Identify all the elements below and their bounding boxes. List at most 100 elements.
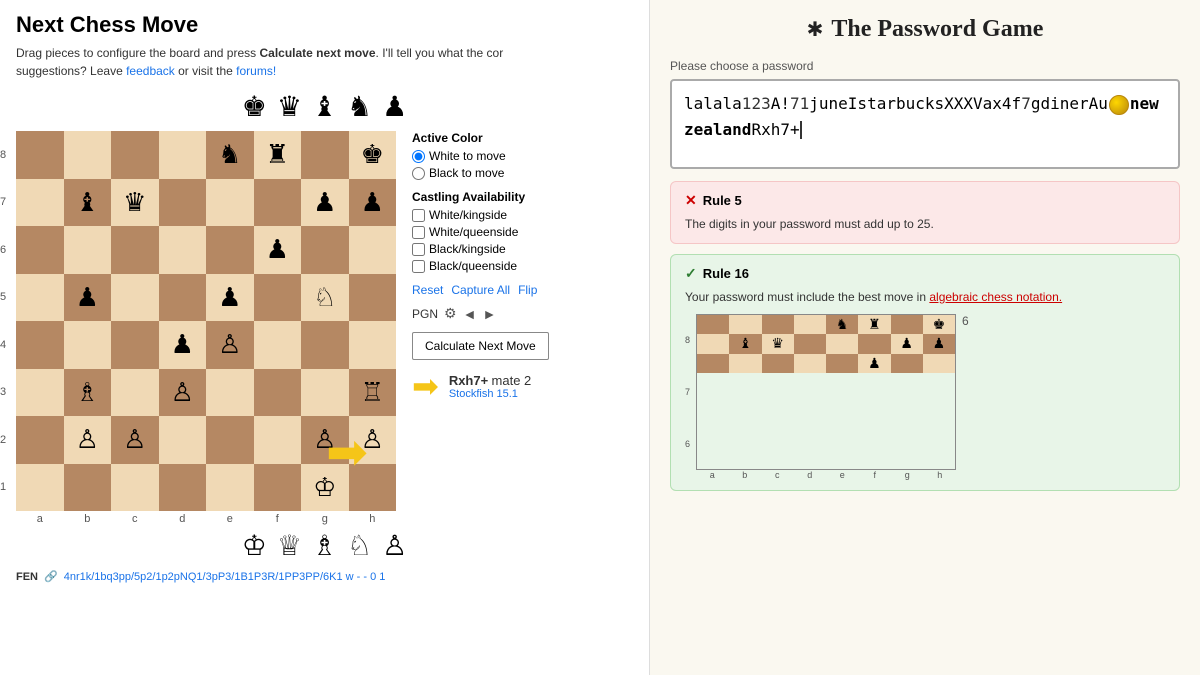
sq-h4[interactable] [349, 321, 397, 369]
mate-text: mate 2 [492, 373, 532, 388]
rule16-number: Rule 16 [703, 266, 749, 281]
sq-c6[interactable] [111, 226, 159, 274]
radio-black[interactable] [412, 167, 425, 180]
sq-h5[interactable] [349, 274, 397, 322]
back-arrow-icon[interactable]: ◄ [463, 306, 477, 322]
sq-a3[interactable] [16, 369, 64, 417]
sq-c1[interactable] [111, 464, 159, 512]
cb-black-kingside[interactable] [412, 243, 425, 256]
sq-a1[interactable] [16, 464, 64, 512]
sq-f5[interactable] [254, 274, 302, 322]
capture-all-link[interactable]: Capture All [451, 283, 510, 297]
sq-g4[interactable] [301, 321, 349, 369]
castling-title: Castling Availability [412, 190, 592, 204]
sq-c5[interactable] [111, 274, 159, 322]
sq-b3[interactable]: ♗ [64, 369, 112, 417]
rule16-pass-icon: ✓ [685, 265, 697, 282]
sq-e1[interactable] [206, 464, 254, 512]
sq-g3[interactable] [301, 369, 349, 417]
sq-h8[interactable]: ♚ [349, 131, 397, 179]
sq-f7[interactable] [254, 179, 302, 227]
sq-g5[interactable]: ♘ [301, 274, 349, 322]
sq-d2[interactable] [159, 416, 207, 464]
sq-f1[interactable] [254, 464, 302, 512]
rule16-link[interactable]: algebraic chess notation. [929, 290, 1062, 304]
sq-e3[interactable] [206, 369, 254, 417]
fen-external-link-icon[interactable]: 🔗 [44, 570, 58, 583]
cb-black-queenside[interactable] [412, 260, 425, 273]
sq-d1[interactable] [159, 464, 207, 512]
castling-section: Castling Availability White/kingside Whi… [412, 190, 592, 273]
sq-a7[interactable] [16, 179, 64, 227]
active-color-title: Active Color [412, 131, 592, 145]
sq-c2[interactable]: ♙ [111, 416, 159, 464]
checkbox-white-queenside[interactable]: White/queenside [412, 225, 592, 239]
sq-h7[interactable]: ♟ [349, 179, 397, 227]
sq-d4[interactable]: ♟ [159, 321, 207, 369]
sq-e5[interactable]: ♟ [206, 274, 254, 322]
subtitle-start: Drag pieces to configure the board and p… [16, 46, 259, 60]
forums-link[interactable]: forums! [236, 64, 276, 78]
radio-black-row[interactable]: Black to move [412, 166, 592, 180]
checkbox-black-kingside[interactable]: Black/kingside [412, 242, 592, 256]
action-links: Reset Capture All Flip [412, 283, 592, 297]
sq-a6[interactable] [16, 226, 64, 274]
sq-c8[interactable] [111, 131, 159, 179]
sq-e2[interactable] [206, 416, 254, 464]
rule5-number: Rule 5 [703, 193, 742, 208]
sq-g7[interactable]: ♟ [301, 179, 349, 227]
sq-a4[interactable] [16, 321, 64, 369]
forward-arrow-icon[interactable]: ► [482, 306, 496, 322]
sq-c7[interactable]: ♛ [111, 179, 159, 227]
sq-g8[interactable] [301, 131, 349, 179]
checkbox-white-kingside[interactable]: White/kingside [412, 208, 592, 222]
feedback-link[interactable]: feedback [126, 64, 175, 78]
sq-b7[interactable]: ♝ [64, 179, 112, 227]
flip-link[interactable]: Flip [518, 283, 537, 297]
sq-c4[interactable] [111, 321, 159, 369]
sq-f2[interactable] [254, 416, 302, 464]
sq-b5[interactable]: ♟ [64, 274, 112, 322]
checkbox-black-queenside[interactable]: Black/queenside [412, 259, 592, 273]
sq-a2[interactable] [16, 416, 64, 464]
cb-white-queenside[interactable] [412, 226, 425, 239]
sq-a5[interactable] [16, 274, 64, 322]
sq-b6[interactable] [64, 226, 112, 274]
radio-white-row[interactable]: White to move [412, 149, 592, 163]
radio-white[interactable] [412, 150, 425, 163]
sq-f3[interactable] [254, 369, 302, 417]
piece-queen-white: ♕ [277, 529, 302, 562]
fen-row: FEN 🔗 4nr1k/1bq3pp/5p2/1p2pNQ1/3pP3/1B1P… [16, 570, 633, 583]
password-input[interactable]: lalala123A!71juneIstarbucksXXXVax4f7gdin… [670, 79, 1180, 169]
sq-d8[interactable] [159, 131, 207, 179]
board-area: 8 7 6 5 4 3 2 1 ♞ ♜ ♚ [16, 131, 633, 525]
gear-icon[interactable]: ⚙ [444, 305, 457, 322]
sq-f6[interactable]: ♟ [254, 226, 302, 274]
sq-f4[interactable] [254, 321, 302, 369]
piece-king-white: ♔ [242, 529, 267, 562]
sq-d6[interactable] [159, 226, 207, 274]
sq-b2[interactable]: ♙ [64, 416, 112, 464]
sq-f8[interactable]: ♜ [254, 131, 302, 179]
sq-c3[interactable] [111, 369, 159, 417]
sq-d5[interactable] [159, 274, 207, 322]
sq-g6[interactable] [301, 226, 349, 274]
sq-e6[interactable] [206, 226, 254, 274]
sq-e7[interactable] [206, 179, 254, 227]
sq-h3[interactable]: ♖ [349, 369, 397, 417]
sq-b8[interactable] [64, 131, 112, 179]
result-info: Rxh7+ mate 2 Stockfish 15.1 [449, 373, 531, 400]
rule5-body: The digits in your password must add up … [685, 215, 1165, 233]
radio-black-label: Black to move [429, 166, 504, 180]
reset-link[interactable]: Reset [412, 283, 443, 297]
calculate-button[interactable]: Calculate Next Move [412, 332, 549, 360]
cb-white-kingside[interactable] [412, 209, 425, 222]
sq-e4[interactable]: ♙ [206, 321, 254, 369]
sq-d3[interactable]: ♙ [159, 369, 207, 417]
sq-b4[interactable] [64, 321, 112, 369]
sq-a8[interactable] [16, 131, 64, 179]
sq-e8[interactable]: ♞ [206, 131, 254, 179]
sq-h6[interactable] [349, 226, 397, 274]
sq-d7[interactable] [159, 179, 207, 227]
sq-b1[interactable] [64, 464, 112, 512]
